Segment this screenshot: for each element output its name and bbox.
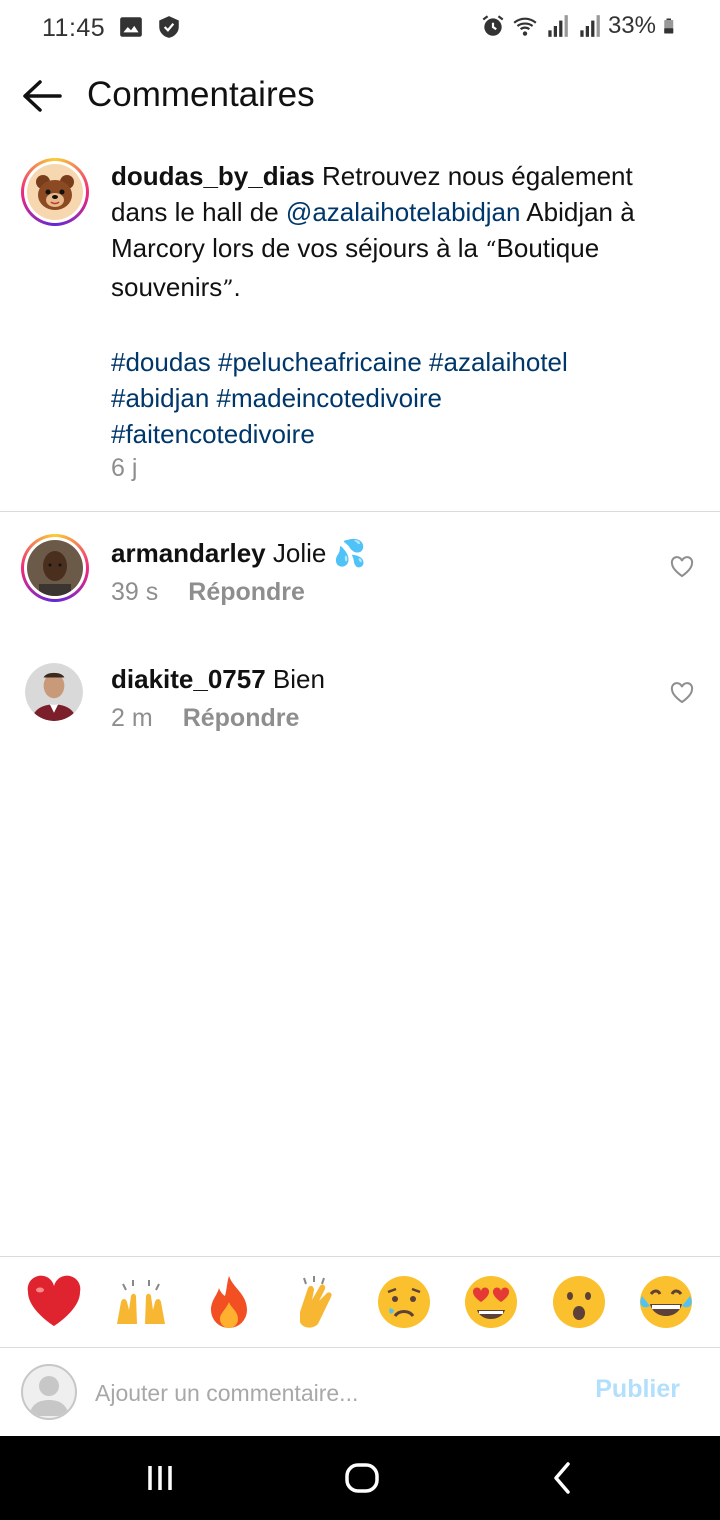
close-quote: ” <box>222 277 234 302</box>
comment-input[interactable] <box>95 1373 555 1413</box>
comment-text: diakite_0757 Bien <box>111 662 325 696</box>
comment-item: diakite_0757 Bien 2 m Répondre <box>0 660 720 760</box>
bear-avatar-icon <box>27 164 83 220</box>
caption-end: . <box>233 272 241 302</box>
clapping-hands-emoji-icon[interactable] <box>286 1272 346 1332</box>
publish-button[interactable]: Publier <box>595 1375 680 1404</box>
comment-composer: Publier <box>0 1349 720 1435</box>
user-photo-icon <box>27 540 83 596</box>
status-time: 11:45 <box>42 14 106 42</box>
back-nav-icon[interactable] <box>544 1458 584 1498</box>
tears-of-joy-emoji-icon[interactable] <box>636 1272 696 1332</box>
open-quote: “ <box>485 238 497 263</box>
signal-icon <box>548 15 568 37</box>
header: Commentaires <box>0 64 720 128</box>
heart-eyes-emoji-icon[interactable] <box>461 1272 521 1332</box>
comment-username[interactable]: armandarley <box>111 538 266 568</box>
avatar[interactable] <box>25 663 83 721</box>
user-photo-icon <box>25 663 83 721</box>
hashtag-line[interactable]: #doudas #pelucheafricaine #azalaihotel <box>111 344 671 380</box>
comment-text: armandarley Jolie 💦 <box>111 536 366 570</box>
comment-body: Jolie 💦 <box>272 538 366 568</box>
raising-hands-emoji-icon[interactable] <box>111 1272 171 1332</box>
crying-face-emoji-icon[interactable] <box>374 1272 434 1332</box>
reply-button[interactable]: Répondre <box>188 578 305 607</box>
heart-outline-icon[interactable] <box>670 682 694 704</box>
red-heart-emoji-icon[interactable] <box>24 1272 84 1332</box>
caption-username[interactable]: doudas_by_dias <box>111 161 315 191</box>
fire-emoji-icon[interactable] <box>199 1272 259 1332</box>
heart-outline-icon[interactable] <box>670 556 694 578</box>
shield-icon <box>159 16 179 38</box>
battery-icon <box>664 18 674 34</box>
comment-username[interactable]: diakite_0757 <box>111 664 266 694</box>
arrow-left-icon[interactable] <box>20 76 64 116</box>
reply-button[interactable]: Répondre <box>183 704 300 733</box>
alarm-icon <box>482 15 504 36</box>
avatar <box>21 1364 77 1420</box>
recent-apps-icon[interactable] <box>140 1458 180 1498</box>
avatar[interactable] <box>21 158 89 226</box>
post-caption: doudas_by_dias Retrouvez nous également … <box>0 150 720 512</box>
mention-link[interactable]: @azalaihotelabidjan <box>286 197 521 227</box>
status-bar: 11:45 33% <box>0 0 720 56</box>
hashtag-line[interactable]: #abidjan #madeincotedivoire <box>111 380 671 416</box>
user-placeholder-icon <box>29 1376 69 1416</box>
wifi-icon <box>513 17 537 36</box>
comment-timestamp: 2 m <box>111 704 153 732</box>
hashtag-line[interactable]: #faitencotedivoire <box>111 416 671 452</box>
surprised-face-emoji-icon[interactable] <box>549 1272 609 1332</box>
page-title: Commentaires <box>87 75 315 114</box>
comment-timestamp: 39 s <box>111 578 159 606</box>
comment-body: Bien <box>272 664 325 694</box>
battery-percent: 33% <box>607 12 656 39</box>
system-nav-bar <box>0 1436 720 1520</box>
comment-item: armandarley Jolie 💦 39 s Répondre <box>0 534 720 634</box>
caption-text: doudas_by_dias Retrouvez nous également … <box>111 158 671 452</box>
avatar[interactable] <box>21 534 89 602</box>
caption-timestamp: 6 j <box>111 454 138 482</box>
home-icon[interactable] <box>342 1458 382 1498</box>
image-icon <box>120 17 142 37</box>
signal-icon <box>580 15 600 37</box>
quick-reaction-bar <box>0 1256 720 1348</box>
